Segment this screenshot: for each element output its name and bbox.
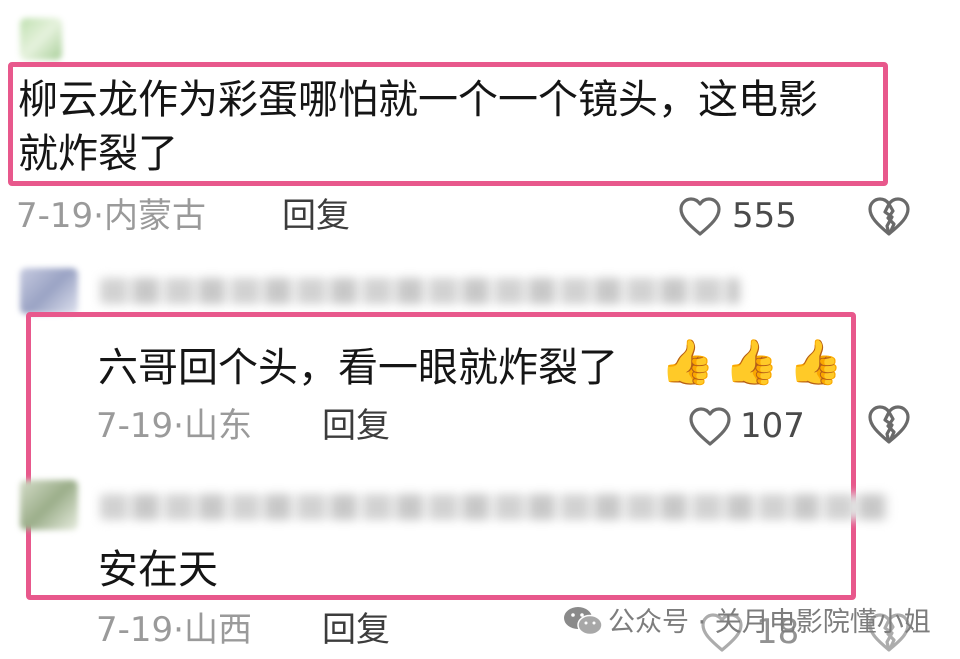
comment-meta: 7-19·内蒙古 [16, 196, 206, 236]
broken-heart-icon[interactable] [866, 404, 912, 446]
comment-text: 安在天 [98, 547, 218, 593]
like-count: 107 [740, 406, 805, 446]
wechat-icon [564, 607, 603, 636]
broken-heart-icon[interactable] [866, 196, 912, 238]
comment-date: 7-19 [96, 610, 174, 650]
avatar[interactable] [20, 18, 62, 60]
meta-separator: · [93, 196, 104, 236]
meta-separator: · [173, 610, 184, 650]
comment-location: 内蒙古 [103, 196, 206, 236]
comment-text: 六哥回个头，看一眼就炸裂了 [98, 345, 618, 391]
like-count: 555 [732, 196, 797, 236]
meta-separator: · [173, 406, 184, 446]
watermark-text: 公众号 · 关月电影院懂小姐 [608, 607, 931, 638]
comment-meta: 7-19·山西 [96, 610, 252, 650]
comment-date: 7-19 [16, 196, 94, 236]
comment-location: 山东 [183, 406, 252, 446]
comment-date: 7-19 [96, 406, 174, 446]
thumbs-up-icon: 👍 [788, 337, 843, 388]
thumbs-up-icon: 👍 [724, 337, 779, 388]
avatar[interactable] [20, 268, 78, 314]
comment-location: 山西 [183, 610, 252, 650]
username-blurred[interactable] [100, 278, 740, 304]
heart-outline-icon[interactable] [678, 196, 722, 238]
avatar[interactable] [20, 480, 78, 530]
comment-text-line-1: 柳云龙作为彩蛋哪怕就一个一个镜头，这电影 [18, 77, 818, 123]
reply-button[interactable]: 回复 [322, 406, 390, 446]
thumbs-up-icon: 👍 [660, 337, 715, 388]
heart-outline-icon[interactable] [688, 406, 732, 448]
comment-meta: 7-19·山东 [96, 406, 252, 446]
reply-button[interactable]: 回复 [282, 196, 350, 236]
comment-text-line-2: 就炸裂了 [18, 131, 178, 177]
username-blurred[interactable] [100, 494, 890, 520]
reply-button[interactable]: 回复 [322, 610, 390, 650]
